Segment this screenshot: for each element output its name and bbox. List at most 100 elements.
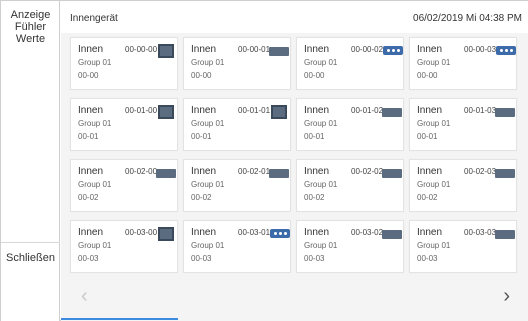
unit-name: Innen xyxy=(191,44,217,55)
unit-tile[interactable]: Innen 00-01-03 Group 01 00-01 xyxy=(409,98,517,151)
unit-group: Group 01 xyxy=(191,241,225,250)
date-time: 06/02/2019 Mi 04:38 PM xyxy=(413,13,522,24)
unit-code: 00-00 xyxy=(417,71,438,80)
unit-group: Group 01 xyxy=(191,119,225,128)
square-unit-icon xyxy=(271,105,287,119)
square-unit-icon xyxy=(158,105,174,119)
unit-code: 00-01 xyxy=(78,132,99,141)
unit-address: 00-00-01 xyxy=(238,45,271,54)
unit-address: 00-02-01 xyxy=(238,167,271,176)
square-unit-icon xyxy=(158,44,174,58)
unit-tile[interactable]: Innen 00-01-02 Group 01 00-01 xyxy=(296,98,404,151)
unit-tile[interactable]: Innen 00-03-00 Group 01 00-03 xyxy=(70,220,178,273)
unit-code: 00-03 xyxy=(78,254,99,263)
unit-address: 00-01-00 xyxy=(125,106,158,115)
unit-tile[interactable]: Innen 00-02-01 Group 01 00-02 xyxy=(183,159,291,212)
unit-address: 00-02-00 xyxy=(125,167,158,176)
app-window: Anzeige Fühler Werte Schließen Innengerä… xyxy=(0,0,528,321)
unit-code: 00-02 xyxy=(304,193,325,202)
unit-tile[interactable]: Innen 00-01-00 Group 01 00-01 xyxy=(70,98,178,151)
unit-name: Innen xyxy=(78,105,104,116)
wall-unit-icon xyxy=(383,46,403,55)
unit-code: 00-01 xyxy=(304,132,325,141)
unit-address: 00-03-00 xyxy=(125,228,158,237)
unit-address: 00-03-03 xyxy=(464,228,497,237)
unit-tile[interactable]: Innen 00-03-03 Group 01 00-03 xyxy=(409,220,517,273)
sidebar-divider xyxy=(1,242,60,243)
prev-page-icon[interactable]: ‹ xyxy=(81,285,88,308)
display-sensor-values-button[interactable]: Anzeige Fühler Werte xyxy=(1,9,60,45)
next-page-icon[interactable]: › xyxy=(503,285,510,308)
unit-name: Innen xyxy=(417,44,443,55)
flat-unit-icon xyxy=(495,108,515,117)
close-button[interactable]: Schließen xyxy=(1,252,60,264)
unit-name: Innen xyxy=(304,44,330,55)
unit-address: 00-03-01 xyxy=(238,228,271,237)
unit-name: Innen xyxy=(78,166,104,177)
unit-group: Group 01 xyxy=(304,180,338,189)
flat-unit-icon xyxy=(382,230,402,239)
unit-address: 00-03-02 xyxy=(351,228,384,237)
unit-code: 00-00 xyxy=(304,71,325,80)
unit-address: 00-02-03 xyxy=(464,167,497,176)
unit-grid: Innen 00-00-00 Group 01 00-00 Innen 00-00-01 G… xyxy=(70,37,524,277)
unit-tile[interactable]: Innen 00-00-00 Group 01 00-00 xyxy=(70,37,178,90)
unit-group: Group 01 xyxy=(191,58,225,67)
main-panel: Innengerät 06/02/2019 Mi 04:38 PM Innen 0… xyxy=(61,1,528,321)
unit-name: Innen xyxy=(304,105,330,116)
unit-group: Group 01 xyxy=(78,180,112,189)
unit-address: 00-02-02 xyxy=(351,167,384,176)
unit-name: Innen xyxy=(417,227,443,238)
unit-code: 00-02 xyxy=(78,193,99,202)
unit-tile[interactable]: Innen 00-00-01 Group 01 00-00 xyxy=(183,37,291,90)
unit-tile[interactable]: Innen 00-02-02 Group 01 00-02 xyxy=(296,159,404,212)
header: Innengerät 06/02/2019 Mi 04:38 PM xyxy=(61,1,528,33)
square-unit-icon xyxy=(158,227,174,241)
unit-code: 00-03 xyxy=(304,254,325,263)
unit-code: 00-00 xyxy=(78,71,99,80)
unit-group: Group 01 xyxy=(304,241,338,250)
unit-group: Group 01 xyxy=(304,119,338,128)
unit-code: 00-01 xyxy=(417,132,438,141)
unit-tile[interactable]: Innen 00-00-03 Group 01 00-00 xyxy=(409,37,517,90)
unit-name: Innen xyxy=(417,105,443,116)
unit-code: 00-01 xyxy=(191,132,212,141)
unit-group: Group 01 xyxy=(78,58,112,67)
unit-group: Group 01 xyxy=(78,241,112,250)
unit-tile[interactable]: Innen 00-02-00 Group 01 00-02 xyxy=(70,159,178,212)
unit-name: Innen xyxy=(304,166,330,177)
unit-code: 00-03 xyxy=(191,254,212,263)
unit-address: 00-01-01 xyxy=(238,106,271,115)
unit-tile[interactable]: Innen 00-01-01 Group 01 00-01 xyxy=(183,98,291,151)
page-title: Innengerät xyxy=(70,13,118,24)
sidebar: Anzeige Fühler Werte Schließen xyxy=(1,1,60,321)
unit-group: Group 01 xyxy=(78,119,112,128)
unit-tile[interactable]: Innen 00-00-02 Group 01 00-00 xyxy=(296,37,404,90)
display-label-line2: Fühler xyxy=(14,21,47,33)
page-progress-bar xyxy=(61,318,178,320)
unit-name: Innen xyxy=(304,227,330,238)
unit-address: 00-01-03 xyxy=(464,106,497,115)
unit-name: Innen xyxy=(191,105,217,116)
unit-group: Group 01 xyxy=(417,119,451,128)
unit-group: Group 01 xyxy=(191,180,225,189)
unit-address: 00-01-02 xyxy=(351,106,384,115)
unit-group: Group 01 xyxy=(417,180,451,189)
unit-code: 00-03 xyxy=(417,254,438,263)
unit-group: Group 01 xyxy=(417,58,451,67)
unit-name: Innen xyxy=(78,227,104,238)
flat-unit-icon xyxy=(382,169,402,178)
unit-name: Innen xyxy=(78,44,104,55)
unit-code: 00-02 xyxy=(417,193,438,202)
flat-unit-icon xyxy=(495,230,515,239)
flat-unit-icon xyxy=(269,169,289,178)
wall-unit-icon xyxy=(270,229,290,238)
unit-tile[interactable]: Innen 00-03-02 Group 01 00-03 xyxy=(296,220,404,273)
wall-unit-icon xyxy=(496,46,516,55)
unit-tile[interactable]: Innen 00-02-03 Group 01 00-02 xyxy=(409,159,517,212)
unit-address: 00-00-02 xyxy=(351,45,384,54)
unit-address: 00-00-00 xyxy=(125,45,158,54)
display-label-line3: Werte xyxy=(15,33,46,45)
flat-unit-icon xyxy=(156,169,176,178)
unit-tile[interactable]: Innen 00-03-01 Group 01 00-03 xyxy=(183,220,291,273)
